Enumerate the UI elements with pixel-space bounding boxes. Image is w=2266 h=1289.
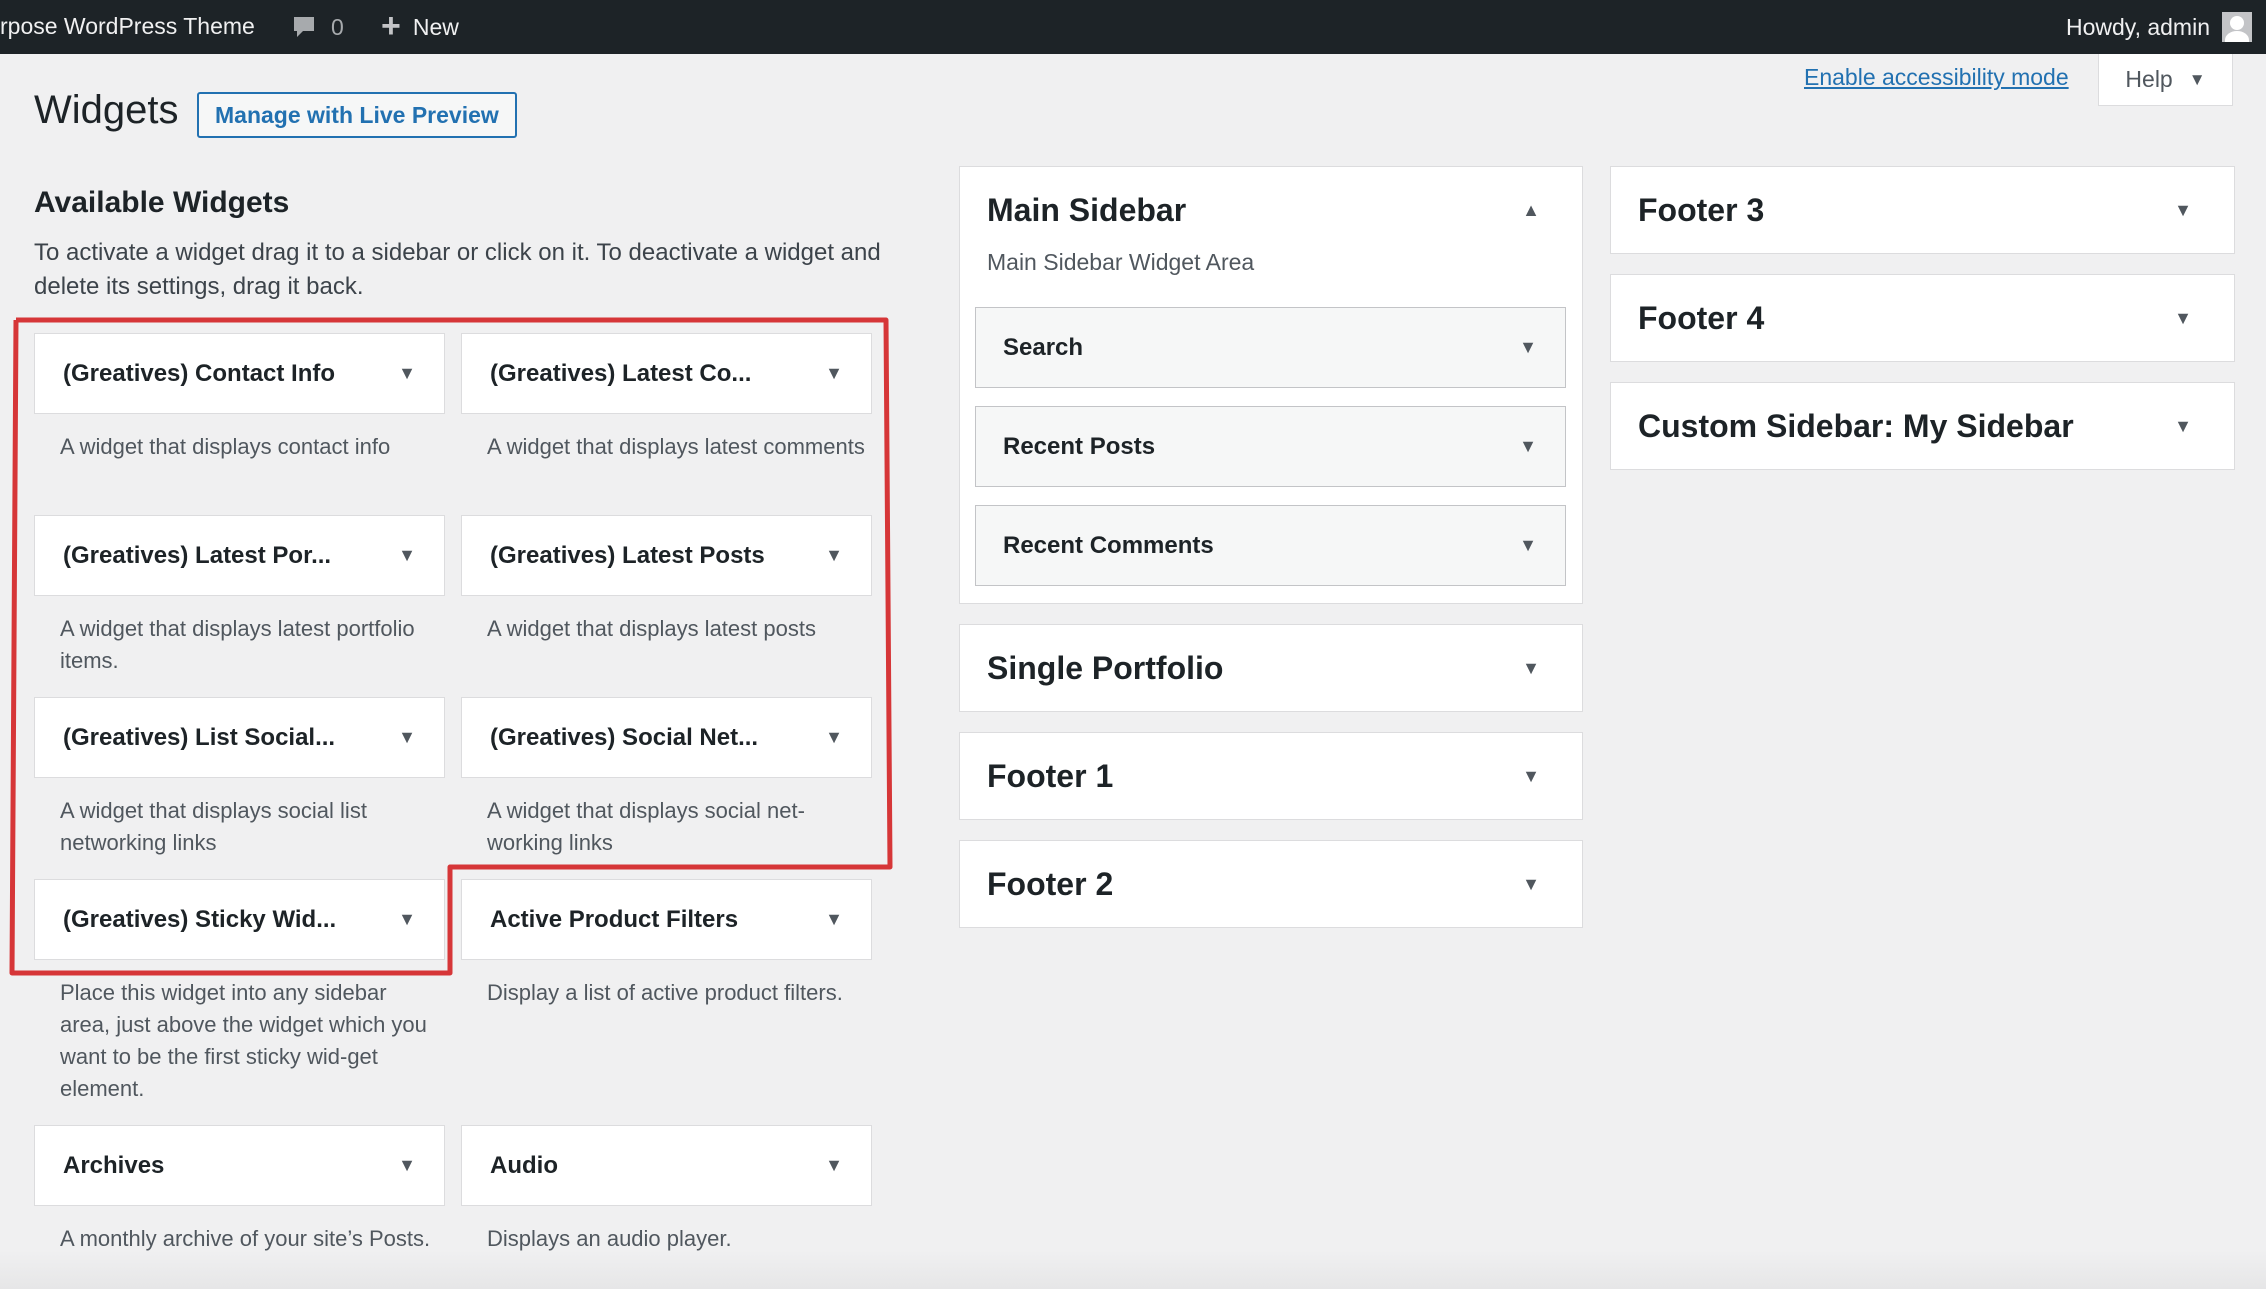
widget-title: (Greatives) Social Net... [490,723,759,751]
widget-title: Active Product Filters [490,905,739,933]
available-widgets-description: To activate a widget drag it to a sideba… [34,239,881,300]
triangle-down-icon[interactable]: ▼ [825,545,843,566]
widget-title: (Greatives) Latest Co... [490,359,752,387]
comment-bubble-icon [294,17,314,37]
triangle-down-icon[interactable]: ▼ [398,1155,416,1176]
sidebar-title: Footer 4 [1638,299,1765,336]
enable-accessibility-link[interactable]: Enable accessibility mode [1804,64,2069,91]
admin-bar: rpose WordPress Theme 0 + New Howdy, adm… [0,0,2266,54]
triangle-down-icon[interactable]: ▼ [398,909,416,930]
widget-title: Recent Posts [1003,432,1156,460]
triangle-down-icon[interactable]: ▼ [825,363,843,384]
site-name-link[interactable]: rpose WordPress Theme [0,0,264,54]
howdy-text: Howdy, admin [2065,13,2210,40]
available-widgets-title: Available Widgets [34,186,290,219]
triangle-down-icon[interactable]: ▼ [1522,766,1540,787]
help-label: Help [2125,66,2173,92]
widget-description: A widget that displays latest portfolio … [60,616,415,673]
sidebar-description: Main Sidebar Widget Area [987,249,1255,275]
triangle-down-icon[interactable]: ▼ [1522,874,1540,895]
widget-description: A widget that displays latest posts [487,616,816,641]
triangle-up-icon[interactable]: ▲ [1522,200,1540,221]
user-avatar-icon [2222,12,2252,42]
widget-greatives-latest-portfolio[interactable]: (Greatives) Latest Por... ▼ [34,515,445,596]
widget-greatives-social-networks[interactable]: (Greatives) Social Net... ▼ [461,697,872,778]
comments-count: 0 [331,13,344,40]
widget-greatives-latest-comments[interactable]: (Greatives) Latest Co... ▼ [461,333,872,414]
widget-title: Audio [490,1151,558,1179]
widget-title: Search [1003,333,1084,361]
widget-title: (Greatives) Latest Posts [490,541,765,569]
sidebar-title: Footer 3 [1638,191,1765,228]
triangle-down-icon[interactable]: ▼ [1519,337,1537,358]
account-menu[interactable]: Howdy, admin [2066,0,2252,54]
triangle-down-icon[interactable]: ▼ [1519,535,1537,556]
widget-archives[interactable]: Archives ▼ [34,1125,445,1206]
triangle-down-icon[interactable]: ▼ [825,727,843,748]
triangle-down-icon[interactable]: ▼ [1522,658,1540,679]
widget-title: (Greatives) Sticky Wid... [63,905,337,933]
page-title: Widgets [34,88,179,132]
widget-active-product-filters[interactable]: Active Product Filters ▼ [461,879,872,960]
sidebar-title: Footer 2 [987,865,1114,902]
comments-link[interactable]: 0 [291,0,344,54]
widget-greatives-sticky-widget[interactable]: (Greatives) Sticky Wid... ▼ [34,879,445,960]
sidebar-title: Footer 1 [987,757,1114,794]
sidebar-footer-3[interactable]: Footer 3 ▼ [1610,166,2235,254]
widget-title: (Greatives) Latest Por... [63,541,332,569]
widget-description: Place this widget into any sidebar area,… [60,980,427,1101]
sidebar-widget-recent-comments[interactable]: Recent Comments ▼ [975,505,1566,586]
widget-description: A widget that displays social net-workin… [487,798,805,855]
sidebar-footer-1[interactable]: Footer 1 ▼ [959,732,1583,820]
plus-icon: + [381,7,401,45]
triangle-down-icon[interactable]: ▼ [1519,436,1537,457]
triangle-down-icon: ▼ [2188,69,2206,89]
sidebar-widget-recent-posts[interactable]: Recent Posts ▼ [975,406,1566,487]
triangle-down-icon[interactable]: ▼ [398,363,416,384]
widget-title: (Greatives) List Social... [63,723,336,751]
widget-title: (Greatives) Contact Info [63,359,336,387]
widget-greatives-contact-info[interactable]: (Greatives) Contact Info ▼ [34,333,445,414]
triangle-down-icon[interactable]: ▼ [398,545,416,566]
sidebar-main: Main Sidebar ▲ Main Sidebar Widget Area … [959,166,1583,604]
widget-title: Archives [63,1151,165,1179]
triangle-down-icon[interactable]: ▼ [398,727,416,748]
sidebar-main-header[interactable]: Main Sidebar ▲ [960,167,1582,253]
sidebar-footer-4[interactable]: Footer 4 ▼ [1610,274,2235,362]
sidebar-widget-search[interactable]: Search ▼ [975,307,1566,388]
triangle-down-icon[interactable]: ▼ [825,1155,843,1176]
triangle-down-icon[interactable]: ▼ [2174,308,2192,329]
new-content-menu[interactable]: + New [381,0,459,54]
widget-title: Recent Comments [1003,531,1214,559]
sidebar-title: Main Sidebar [987,191,1187,228]
widget-greatives-list-social[interactable]: (Greatives) List Social... ▼ [34,697,445,778]
sidebar-title: Single Portfolio [987,649,1224,686]
triangle-down-icon[interactable]: ▼ [2174,200,2192,221]
new-label: New [412,13,459,40]
sidebar-custom-my-sidebar[interactable]: Custom Sidebar: My Sidebar ▼ [1610,382,2235,470]
widget-description: A widget that displays contact info [60,434,391,459]
widget-description: A widget that displays latest comments [487,434,865,459]
manage-live-preview-button[interactable]: Manage with Live Preview [197,92,517,138]
bottom-fade [0,1250,2266,1289]
widget-description: A widget that displays social list netwo… [60,798,367,855]
sidebar-footer-2[interactable]: Footer 2 ▼ [959,840,1583,928]
sidebar-single-portfolio[interactable]: Single Portfolio ▼ [959,624,1583,712]
widget-audio[interactable]: Audio ▼ [461,1125,872,1206]
help-tab-button[interactable]: Help ▼ [2098,54,2233,106]
sidebar-title: Custom Sidebar: My Sidebar [1638,407,2074,444]
widget-description: Display a list of active product filters… [487,980,843,1005]
triangle-down-icon[interactable]: ▼ [2174,416,2192,437]
widget-greatives-latest-posts[interactable]: (Greatives) Latest Posts ▼ [461,515,872,596]
triangle-down-icon[interactable]: ▼ [825,909,843,930]
